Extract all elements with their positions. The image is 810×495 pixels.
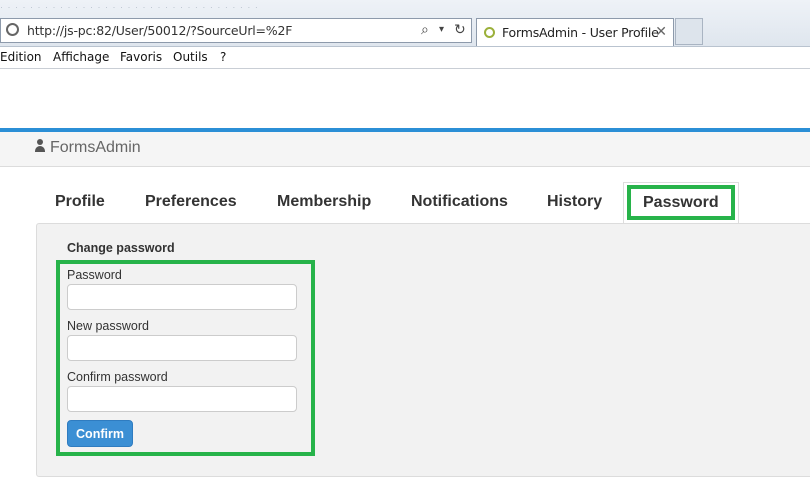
menu-favoris[interactable]: Favoris xyxy=(120,50,162,64)
tab-history[interactable]: History xyxy=(528,182,621,223)
menu-edition[interactable]: Edition xyxy=(0,50,42,64)
tab-profile[interactable]: Profile xyxy=(36,182,124,223)
app-navbar: FormsAdmin xyxy=(0,132,810,167)
browser-chrome: · · · · · · · · · · · · · · · · · · · · … xyxy=(0,0,810,47)
close-tab-icon[interactable]: ✕ xyxy=(655,23,667,40)
panel-title: Change password xyxy=(67,241,175,255)
search-icon[interactable]: ⌕ xyxy=(421,21,429,38)
background-window-menu: · · · · · · · · · · · · · · · · · · · · … xyxy=(0,2,259,12)
menu-affichage[interactable]: Affichage xyxy=(53,50,109,64)
tab-title: FormsAdmin - User Profile xyxy=(502,25,659,40)
new-password-input[interactable] xyxy=(67,335,297,361)
new-tab-button[interactable] xyxy=(675,18,703,45)
menu-outils[interactable]: Outils xyxy=(173,50,208,64)
password-panel: Change password Password New password Co… xyxy=(36,223,810,477)
address-bar[interactable]: http://js-pc:82/User/50012/?SourceUrl=%2… xyxy=(0,18,472,43)
confirm-password-input[interactable] xyxy=(67,386,297,412)
brand[interactable]: FormsAdmin xyxy=(34,139,141,157)
address-url[interactable]: http://js-pc:82/User/50012/?SourceUrl=%2… xyxy=(27,23,292,38)
user-icon xyxy=(34,139,46,153)
confirm-button[interactable]: Confirm xyxy=(67,420,133,447)
password-input[interactable] xyxy=(67,284,297,310)
profile-tabs: Profile Preferences Membership Notificat… xyxy=(36,182,810,224)
browser-tab[interactable]: FormsAdmin - User Profile ✕ xyxy=(476,18,674,46)
new-password-label: New password xyxy=(67,319,149,333)
tab-preferences[interactable]: Preferences xyxy=(126,182,256,223)
dropdown-icon[interactable]: ▾ xyxy=(439,24,444,35)
brand-label: FormsAdmin xyxy=(50,139,141,156)
site-icon xyxy=(6,23,19,36)
menu-bar: Edition Affichage Favoris Outils ? xyxy=(0,47,810,69)
tab-password-label: Password xyxy=(643,194,719,211)
tab-favicon-icon xyxy=(484,27,495,38)
tab-membership[interactable]: Membership xyxy=(258,182,390,223)
tab-password[interactable]: Password xyxy=(623,182,739,224)
menu-help[interactable]: ? xyxy=(220,50,226,64)
confirm-password-label: Confirm password xyxy=(67,370,168,384)
tab-notifications[interactable]: Notifications xyxy=(392,182,527,223)
refresh-icon[interactable]: ↻ xyxy=(454,21,466,38)
password-label: Password xyxy=(67,268,122,282)
